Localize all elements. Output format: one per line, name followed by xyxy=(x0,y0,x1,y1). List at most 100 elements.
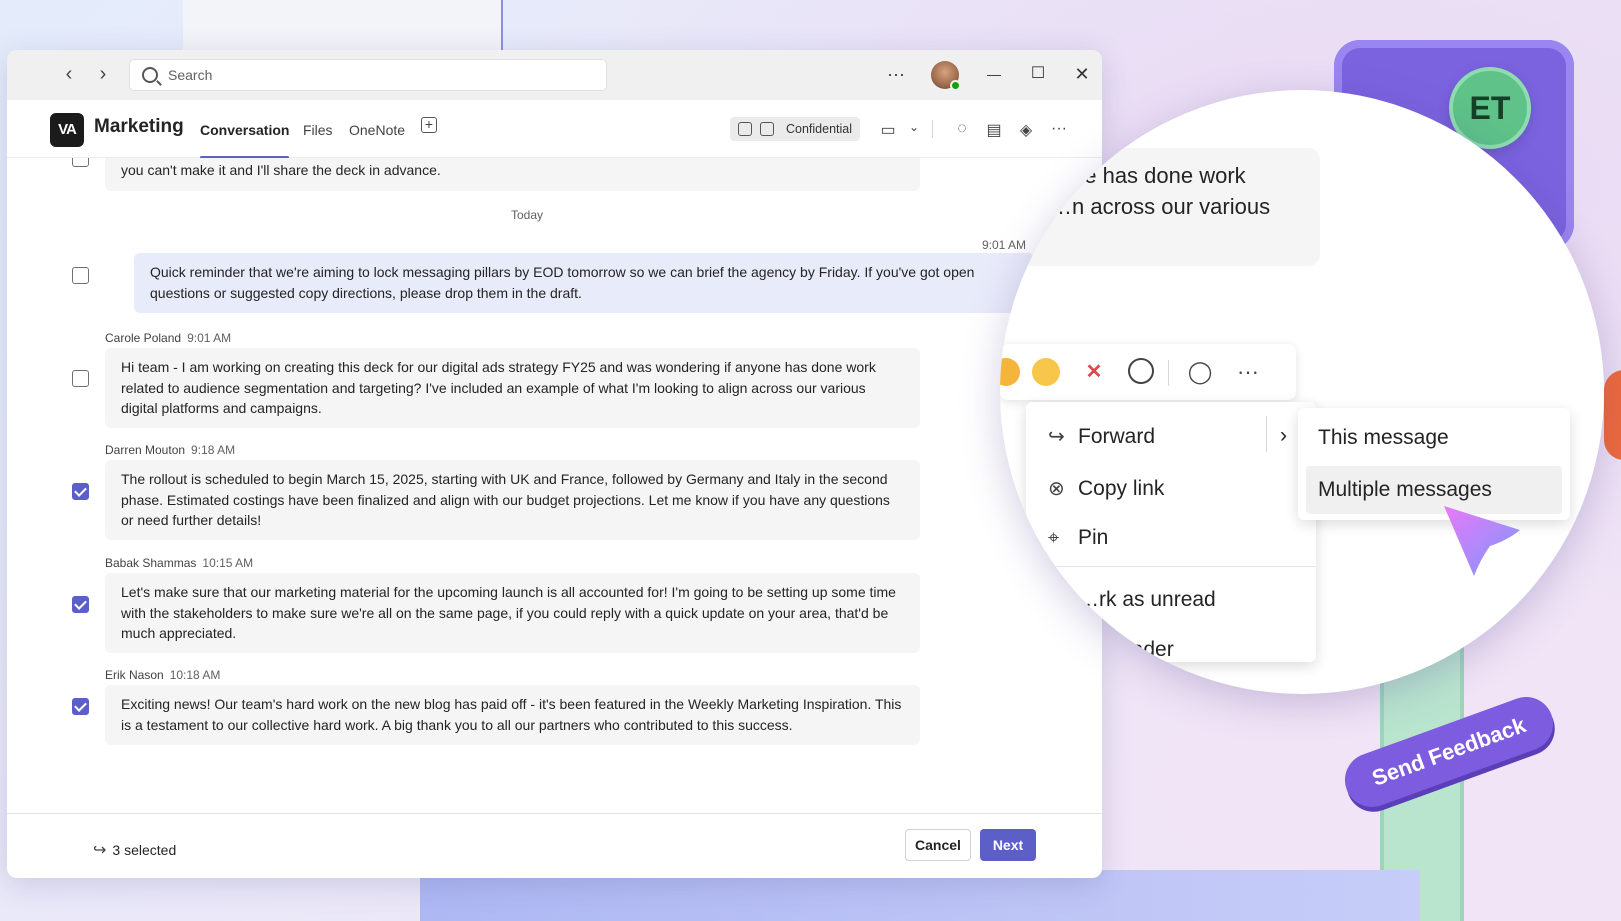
message-checkbox-checked[interactable] xyxy=(72,483,89,500)
author-name: Carole Poland xyxy=(105,331,182,345)
message-time: 10:18 AM xyxy=(169,668,221,682)
message-checkbox[interactable] xyxy=(72,267,89,284)
message-text: Let's make sure that our marketing mater… xyxy=(121,584,896,641)
message-meta: Carole Poland 9:01 AM xyxy=(105,331,231,345)
message-meta: Darren Mouton 9:18 AM xyxy=(105,443,235,457)
background-orange-shape xyxy=(1604,370,1621,460)
emoji-celebrate-icon[interactable]: ✕ xyxy=(1080,358,1108,386)
pointer-cursor-icon xyxy=(1444,506,1520,576)
close-button[interactable]: ✕ xyxy=(1069,62,1095,86)
message-bubble[interactable]: Hi team - I am working on creating this … xyxy=(105,348,920,428)
avatar[interactable] xyxy=(931,61,961,91)
forward-submenu: This message Multiple messages xyxy=(1298,408,1570,520)
divider xyxy=(932,120,933,138)
date-divider: Today xyxy=(510,208,544,222)
magnified-context-menu: …ne has done work …n across our various … xyxy=(1000,90,1604,694)
menu-item-forward[interactable]: ↪ Forward xyxy=(1048,424,1155,449)
menu-item-pin[interactable]: ⌖ Pin xyxy=(1048,526,1108,550)
message-meta: Erik Nason 10:18 AM xyxy=(105,668,220,682)
sensitivity-text: Confidential xyxy=(786,122,853,136)
menu-item-label: Pin xyxy=(1078,526,1109,549)
message-list: you can't make it and I'll share the dec… xyxy=(7,158,1102,813)
message-bubble[interactable]: The rollout is scheduled to begin March … xyxy=(105,460,920,540)
menu-item-label: Forward xyxy=(1078,424,1156,448)
message-checkbox[interactable] xyxy=(72,370,89,387)
message-text: Hi team - I am working on creating this … xyxy=(121,359,876,416)
search-icon xyxy=(142,67,158,83)
more-actions-icon[interactable]: ··· xyxy=(1234,358,1262,386)
divider xyxy=(1168,360,1169,386)
chat-icon[interactable]: ◌ xyxy=(951,120,973,138)
selection-footer: ↪ 3 selected Cancel Next xyxy=(7,813,1102,878)
tab-conversation[interactable]: Conversation xyxy=(200,122,290,159)
own-message-bubble[interactable]: Quick reminder that we're aiming to lock… xyxy=(134,253,1034,313)
add-tab-icon[interactable]: + xyxy=(421,117,437,133)
message-meta: Babak Shammas 10:15 AM xyxy=(105,556,253,570)
author-name: Babak Shammas xyxy=(105,556,197,570)
add-reaction-icon[interactable] xyxy=(1128,358,1154,384)
menu-item-immersive-reader[interactable]: … Reader xyxy=(1048,638,1174,662)
fragment-line: …ne has done work xyxy=(1050,163,1246,188)
search-placeholder: Search xyxy=(168,67,213,83)
message-checkbox-checked[interactable] xyxy=(72,596,89,613)
author-name: Erik Nason xyxy=(105,668,164,682)
message-fragment: …ne has done work …n across our various xyxy=(1000,148,1320,266)
presence-available-icon xyxy=(950,80,961,91)
fragment-line: …n across our various xyxy=(1050,194,1271,219)
chevron-down-icon[interactable]: ⌄ xyxy=(903,120,925,134)
message-checkbox-checked[interactable] xyxy=(72,698,89,715)
minimize-button[interactable]: — xyxy=(981,62,1007,86)
menu-item-mark-unread[interactable]: …rk as unread xyxy=(1048,588,1216,612)
menu-item-copy-link[interactable]: ⊗ Copy link xyxy=(1048,476,1164,501)
clipboard-icon xyxy=(760,122,774,136)
channel-header: VA Marketing Conversation Files OneNote … xyxy=(7,100,1102,159)
channel-name: Marketing xyxy=(94,116,184,137)
message-bubble[interactable]: Exciting news! Our team's hard work on t… xyxy=(105,685,920,745)
message-time: 10:15 AM xyxy=(202,556,254,570)
copilot-icon[interactable]: ◈ xyxy=(1015,120,1037,140)
next-button[interactable]: Next xyxy=(980,829,1036,861)
emoji-reaction-icon[interactable] xyxy=(1000,358,1020,386)
submenu-item-this-message[interactable]: This message xyxy=(1306,414,1562,462)
link-icon: ⊗ xyxy=(1048,478,1065,500)
menu-item-label: … Reader xyxy=(1078,638,1174,661)
video-call-icon[interactable]: ▭ xyxy=(877,120,899,140)
message-bubble[interactable]: you can't make it and I'll share the dec… xyxy=(105,158,920,191)
teams-window: ‹ › Search ··· — ☐ ✕ VA Marketing Conver… xyxy=(7,50,1102,878)
maximize-button[interactable]: ☐ xyxy=(1025,62,1051,86)
sensitivity-label[interactable]: Confidential xyxy=(730,117,861,141)
divider xyxy=(1266,416,1267,452)
back-icon[interactable]: ‹ xyxy=(57,63,81,87)
forward-arrow-icon: ↪ xyxy=(93,842,107,859)
menu-item-label: …rk as unread xyxy=(1078,588,1216,611)
message-time: 9:18 AM xyxy=(191,443,236,457)
message-text: Exciting news! Our team's hard work on t… xyxy=(121,696,902,733)
context-menu: ↪ Forward › ⊗ Copy link ⌖ Pin …rk as unread… xyxy=(1026,402,1316,662)
message-bubble[interactable]: Let's make sure that our marketing mater… xyxy=(105,573,920,653)
cancel-button[interactable]: Cancel xyxy=(905,829,971,861)
more-options-icon[interactable]: ··· xyxy=(883,62,909,86)
emoji-smile-icon[interactable] xyxy=(1032,358,1060,386)
more-icon[interactable]: ··· xyxy=(1048,120,1070,138)
tab-files[interactable]: Files xyxy=(303,122,333,138)
message-checkbox[interactable] xyxy=(72,158,89,167)
title-bar: ‹ › Search ··· — ☐ ✕ xyxy=(7,50,1102,100)
message-text: The rollout is scheduled to begin March … xyxy=(121,471,890,528)
forward-icon: ↪ xyxy=(1048,426,1065,448)
menu-divider xyxy=(1026,566,1316,567)
message-text: Quick reminder that we're aiming to lock… xyxy=(150,264,975,301)
message-time: 9:01 AM xyxy=(187,331,232,345)
selected-count-text: 3 selected xyxy=(112,842,177,858)
reaction-bar: ✕ ◯ ··· xyxy=(1000,344,1296,400)
reply-icon[interactable]: ◯ xyxy=(1186,358,1214,386)
tab-onenote[interactable]: OneNote xyxy=(349,122,405,138)
selected-count: ↪ 3 selected xyxy=(93,840,176,860)
message-text: you can't make it and I'll share the dec… xyxy=(121,162,441,178)
search-input[interactable]: Search xyxy=(129,59,607,91)
forward-nav-icon[interactable]: › xyxy=(91,63,115,87)
notes-icon[interactable]: ▤ xyxy=(983,120,1005,140)
channel-logo: VA xyxy=(50,113,84,147)
pin-icon: ⌖ xyxy=(1048,526,1060,549)
copy-icon xyxy=(738,122,752,136)
chevron-right-icon[interactable]: › xyxy=(1280,424,1287,448)
